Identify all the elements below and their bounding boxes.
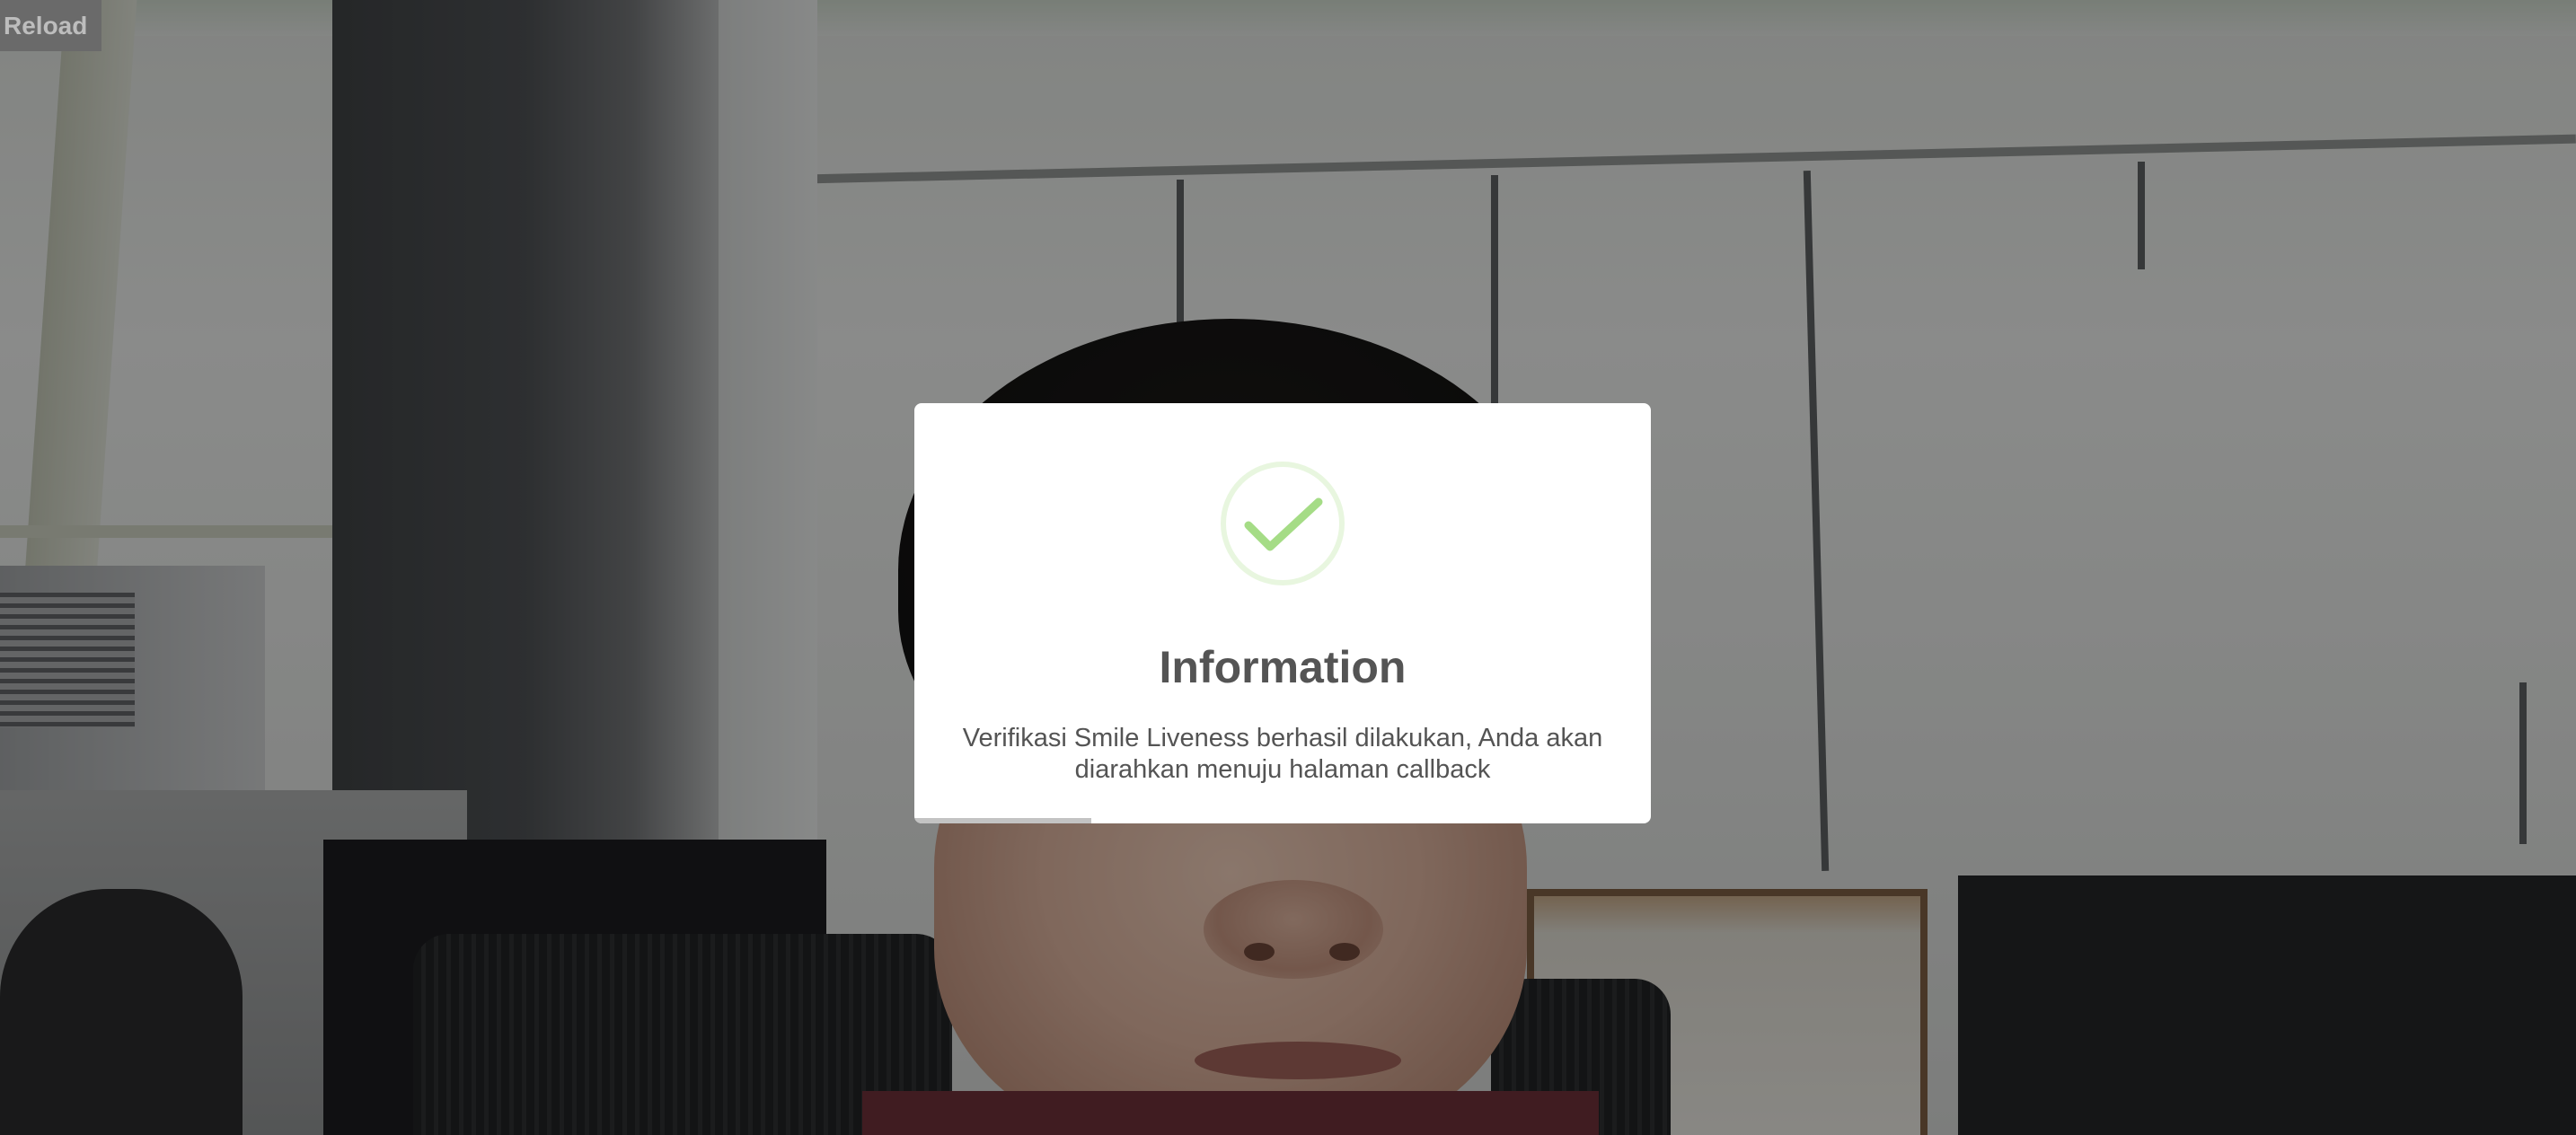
- liveness-page: Reload Information Verifikasi Smile Live…: [0, 0, 2576, 1135]
- dialog-title: Information: [1159, 642, 1407, 692]
- reload-button[interactable]: Reload: [0, 0, 102, 51]
- information-dialog: Information Verifikasi Smile Liveness be…: [914, 403, 1651, 823]
- timer-progress-bar: [914, 818, 1091, 823]
- dialog-message: Verifikasi Smile Liveness berhasil dilak…: [962, 724, 1603, 784]
- auto-close-timer: [914, 818, 1651, 823]
- success-check-icon: [1220, 461, 1345, 586]
